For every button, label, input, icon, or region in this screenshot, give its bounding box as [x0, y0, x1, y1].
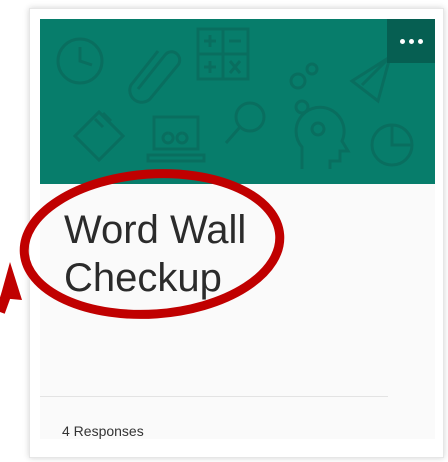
laptop-icon	[146, 115, 206, 163]
annotation-arrow-shaft	[0, 288, 13, 314]
gears-icon	[289, 62, 319, 90]
more-dot	[408, 38, 414, 44]
more-options-button[interactable]	[387, 19, 435, 63]
banner-pattern	[56, 27, 414, 169]
stage: Word Wall Checkup 4 Responses	[0, 0, 448, 462]
paper-plane-icon	[349, 53, 393, 104]
form-card-banner	[40, 19, 435, 184]
annotation-arrow	[0, 262, 22, 300]
pie-chart-icon	[370, 123, 414, 167]
more-dot	[417, 38, 423, 44]
card-divider	[40, 396, 388, 397]
more-dot	[399, 38, 405, 44]
form-title[interactable]: Word Wall Checkup	[64, 206, 314, 302]
calculator-icon	[196, 27, 250, 81]
magnifier-icon	[224, 101, 266, 144]
form-card[interactable]: Word Wall Checkup 4 Responses	[29, 8, 444, 458]
ruler-icon	[72, 109, 126, 163]
responses-count[interactable]: 4 Responses	[62, 423, 144, 439]
head-gears-icon	[294, 99, 351, 169]
form-card-body: Word Wall Checkup	[40, 184, 435, 439]
paperclip-icon	[128, 50, 182, 104]
clock-icon	[56, 37, 104, 85]
